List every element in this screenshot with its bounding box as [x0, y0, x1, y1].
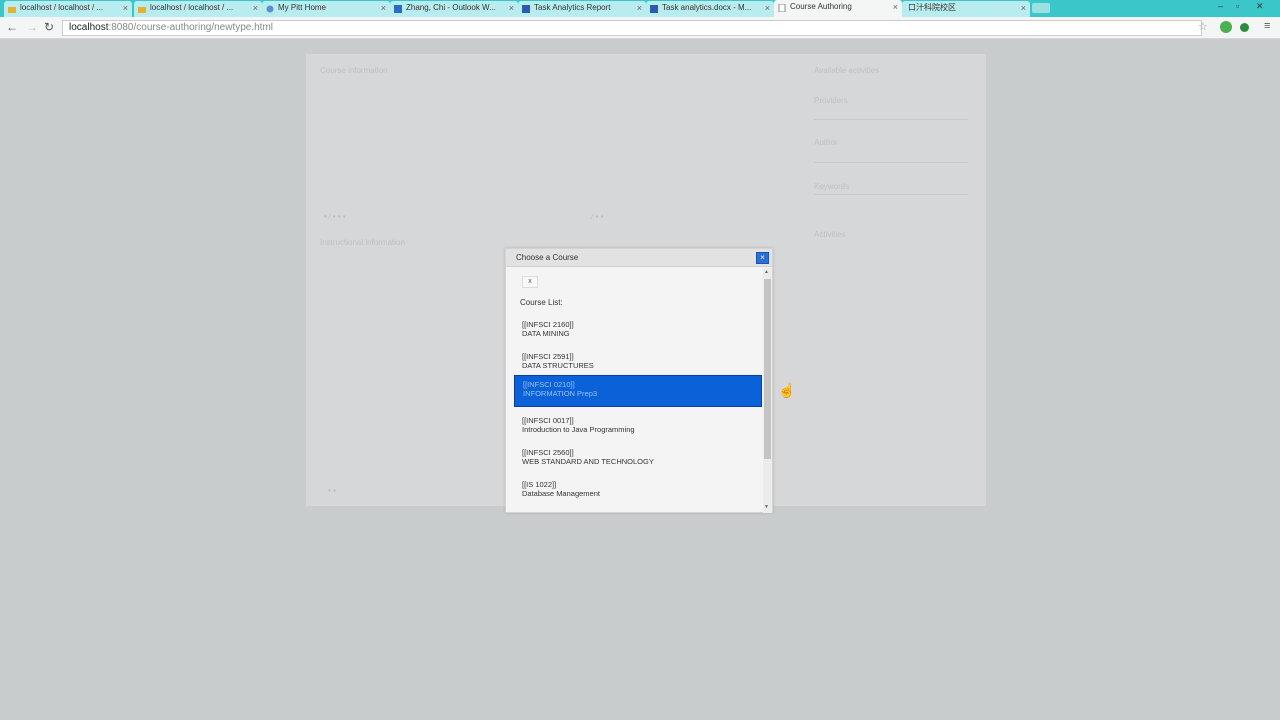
course-name: WEB STANDARD AND TECHNOLOGY: [522, 457, 654, 466]
providers-select[interactable]: [814, 119, 968, 120]
bookmark-star-icon[interactable]: ☆: [1198, 20, 1208, 33]
close-icon: ×: [760, 253, 765, 262]
clear-button[interactable]: x: [522, 276, 538, 288]
reload-icon[interactable]: ↻: [44, 20, 54, 34]
tab-localhost-2[interactable]: localhost / localhost / ... ×: [134, 1, 262, 17]
extension-icon[interactable]: [1240, 23, 1249, 32]
back-icon[interactable]: ←: [6, 20, 18, 34]
close-icon[interactable]: ×: [253, 1, 258, 15]
tab-outlook[interactable]: Zhang, Chi - Outlook W... ×: [390, 1, 518, 17]
globe-icon: [266, 4, 274, 13]
course-item-infsci-2560[interactable]: [[INFSCI 2560]] WEB STANDARD AND TECHNOL…: [514, 444, 762, 476]
scroll-down-icon[interactable]: ▼: [764, 504, 769, 510]
tab-label: 口汁科院校区: [908, 3, 956, 12]
outlook-icon: [394, 4, 402, 13]
providers-label: Providers: [814, 96, 848, 105]
activities-label: Activities: [814, 230, 846, 239]
course-name: Database Management: [522, 489, 600, 498]
course-item-is-1022[interactable]: [[IS 1022]] Database Management: [514, 476, 762, 508]
tab-label: My Pitt Home: [278, 3, 327, 12]
dialog-header: Choose a Course ×: [506, 249, 772, 267]
page-content: Course information Available activities …: [0, 40, 1280, 720]
choose-course-dialog: Choose a Course × x Course List: [[INFSC…: [505, 248, 773, 513]
dialog-body: x Course List: [[INFSCI 2160]] DATA MINI…: [506, 268, 764, 513]
editor-toolbar-icon[interactable]: • ▪: [328, 486, 336, 495]
close-icon[interactable]: ×: [1021, 1, 1026, 15]
folder-icon: [138, 4, 146, 13]
course-code: [[INFSCI 0017]]: [522, 416, 574, 425]
tab-course-authoring[interactable]: Course Authoring ×: [774, 0, 902, 17]
new-tab-button[interactable]: [1032, 3, 1050, 13]
menu-icon[interactable]: ≡: [1264, 20, 1270, 32]
close-icon[interactable]: ×: [765, 1, 770, 15]
address-path: :8080/course-authoring/newtype.html: [108, 22, 274, 33]
course-name: DATA MINING: [522, 329, 570, 338]
tab-chinese[interactable]: 口汁科院校区 ×: [902, 1, 1030, 17]
extension-icon[interactable]: [1220, 21, 1232, 33]
tab-label: Course Authoring: [790, 2, 852, 11]
tab-label: localhost / localhost / ...: [150, 3, 234, 12]
course-name: Introduction to Java Programming: [522, 425, 635, 434]
course-code: [[INFSCI 0210]]: [523, 380, 575, 389]
close-icon[interactable]: ×: [381, 1, 386, 15]
close-icon[interactable]: ×: [893, 0, 898, 14]
dialog-scrollbar[interactable]: ▲ ▼: [763, 268, 772, 513]
author-label: Author: [814, 138, 838, 147]
course-code: [[IS 1022]]: [522, 480, 557, 489]
address-bar[interactable]: localhost:8080/course-authoring/newtype.…: [62, 20, 1202, 36]
browser-toolbar: ← → ↻ localhost:8080/course-authoring/ne…: [0, 17, 1280, 39]
tab-my-pitt-home[interactable]: My Pitt Home ×: [262, 1, 390, 17]
close-window-icon[interactable]: ✕: [1256, 1, 1264, 12]
scrollbar-thumb[interactable]: [764, 279, 771, 459]
browser-tab-strip: localhost / localhost / ... × localhost …: [0, 0, 1280, 17]
available-activities-label: Available activities: [814, 66, 880, 75]
tab-task-analytics-docx[interactable]: Task analytics.docx - M... ×: [646, 1, 774, 17]
course-code: [[INFSCI 2160]]: [522, 320, 574, 329]
course-name: INFORMATION Prep3: [523, 389, 598, 398]
course-name: DATA STRUCTURES: [522, 361, 594, 370]
tab-label: Task analytics.docx - M...: [662, 3, 752, 12]
forward-icon[interactable]: →: [26, 20, 38, 34]
editor-toolbar-icon[interactable]: ∕ ▪ ▪: [592, 212, 603, 221]
tab-task-analytics-report[interactable]: Task Analytics Report ×: [518, 1, 646, 17]
close-icon[interactable]: ×: [123, 1, 128, 15]
keywords-label: Keywords: [814, 182, 850, 191]
address-host: localhost: [69, 22, 109, 33]
close-icon[interactable]: ×: [637, 1, 642, 15]
word-icon: [650, 4, 658, 13]
dialog-close-button[interactable]: ×: [756, 252, 769, 264]
scroll-up-icon[interactable]: ▲: [764, 269, 769, 275]
course-code: [[INFSCI 2591]]: [522, 352, 574, 361]
word-icon: [522, 4, 530, 13]
editor-toolbar-icon[interactable]: • ∕ ▪ ▪ ▪: [324, 212, 346, 221]
folder-icon: [8, 4, 16, 13]
keywords-field[interactable]: [814, 194, 968, 195]
page-icon: [778, 3, 786, 13]
course-item-infsci-0210-selected[interactable]: [[INFSCI 0210]] INFORMATION Prep3: [514, 375, 762, 407]
tab-localhost-1[interactable]: localhost / localhost / ... ×: [4, 1, 132, 17]
course-item-infsci-0017[interactable]: [[INFSCI 0017]] Introduction to Java Pro…: [514, 412, 762, 444]
minimize-icon[interactable]: –: [1218, 1, 1223, 11]
tab-label: Task Analytics Report: [534, 3, 611, 12]
hand-cursor-icon: ☝: [778, 382, 796, 398]
course-item-infsci-2160[interactable]: [[INFSCI 2160]] DATA MINING: [514, 316, 762, 348]
close-icon[interactable]: ×: [509, 1, 514, 15]
tab-label: Zhang, Chi - Outlook W...: [406, 3, 496, 12]
author-select[interactable]: [814, 162, 968, 163]
dialog-title: Choose a Course: [516, 253, 579, 262]
tab-label: localhost / localhost / ...: [20, 3, 104, 12]
course-information-label: Course information: [320, 66, 388, 75]
course-code: [[INFSCI 2560]]: [522, 448, 574, 457]
instructional-information-label: Instructional information: [320, 238, 405, 247]
maximize-icon[interactable]: ▫: [1236, 1, 1239, 11]
course-list-label: Course List:: [520, 298, 563, 307]
